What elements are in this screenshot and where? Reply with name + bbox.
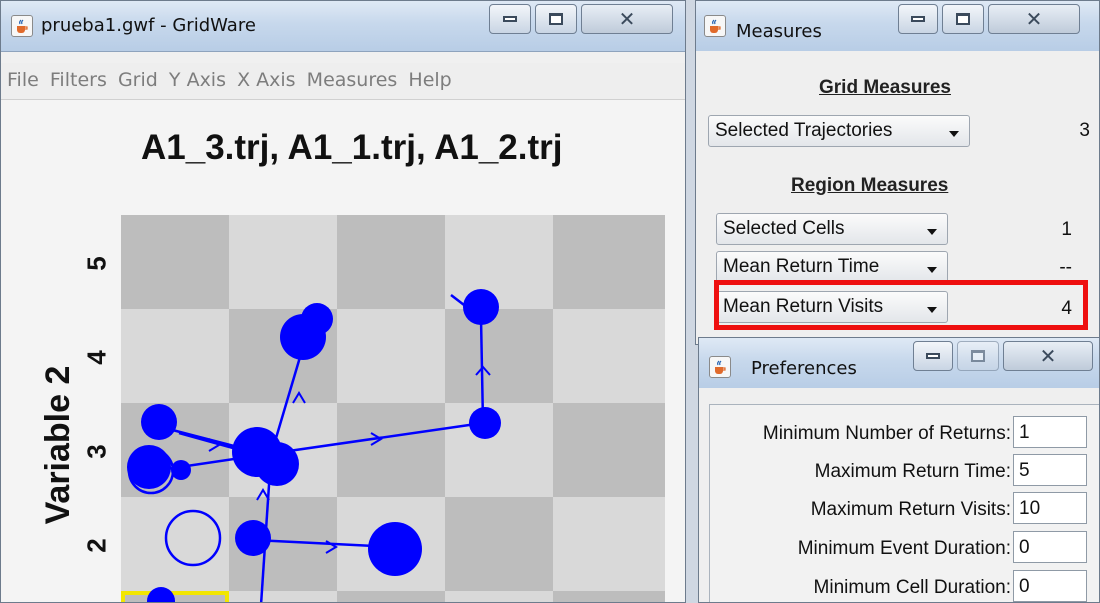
pref-label: Minimum Number of Returns:	[762, 423, 1011, 444]
preferences-window: Preferences ✕ Minimum Number of Returns:…	[698, 337, 1100, 603]
pref-label: Maximum Return Time:	[814, 461, 1011, 482]
menu-measures[interactable]: Measures	[301, 63, 398, 91]
pref-label: Minimum Cell Duration:	[813, 577, 1011, 598]
plot-title: A1_3.trj, A1_1.trj, A1_2.trj	[141, 128, 563, 167]
menu-bar: File Filters Grid Y Axis X Axis Measures…	[1, 63, 685, 99]
minimize-button[interactable]	[898, 4, 938, 34]
maximize-button[interactable]	[535, 4, 577, 34]
preferences-panel: Minimum Number of Returns: 1 Maximum Ret…	[709, 404, 1099, 602]
grid-measures-heading: Grid Measures	[819, 77, 951, 98]
trajectory-grid[interactable]	[121, 215, 665, 603]
grid-cell[interactable]	[229, 591, 337, 603]
close-icon: ✕	[618, 7, 636, 31]
close-button[interactable]: ✕	[988, 4, 1080, 34]
grid-cell[interactable]	[337, 215, 445, 309]
window-title: prueba1.gwf - GridWare	[41, 15, 256, 36]
grid-cell[interactable]	[121, 497, 229, 591]
close-button[interactable]: ✕	[581, 4, 673, 34]
close-icon: ✕	[1025, 7, 1043, 31]
measures-titlebar[interactable]: Measures ✕	[696, 1, 1099, 52]
maximize-button[interactable]	[942, 4, 984, 34]
region-measure-value: 1	[1061, 219, 1072, 240]
grid-cell[interactable]	[445, 309, 553, 403]
y-tick-label: 5	[81, 256, 112, 271]
grid-cell[interactable]	[553, 215, 665, 309]
y-axis-label: Variable 2	[39, 365, 77, 525]
pref-label: Maximum Return Visits:	[810, 499, 1011, 520]
preferences-titlebar[interactable]: Preferences ✕	[699, 338, 1099, 389]
measures-title: Measures	[736, 21, 822, 42]
minimize-icon	[911, 16, 925, 22]
grid-cell[interactable]	[337, 591, 445, 603]
node[interactable]	[235, 520, 271, 556]
max-return-time-field[interactable]: 5	[1013, 454, 1087, 486]
grid-measure-select-value: Selected Trajectories	[715, 120, 893, 141]
maximize-icon	[549, 13, 563, 25]
max-return-visits-field[interactable]: 10	[1013, 492, 1087, 524]
maximize-icon	[971, 350, 985, 362]
node[interactable]	[255, 442, 299, 486]
min-returns-field[interactable]: 1	[1013, 416, 1087, 448]
y-tick-label: 4	[81, 350, 112, 365]
min-event-duration-field[interactable]: 0	[1013, 531, 1087, 563]
min-cell-duration-field[interactable]: 0	[1013, 570, 1087, 602]
minimize-button[interactable]	[913, 341, 953, 371]
node[interactable]	[463, 289, 499, 325]
maximize-icon	[956, 13, 970, 25]
grid-cell[interactable]	[553, 497, 665, 591]
highlight-box	[714, 280, 1088, 330]
menu-y-axis[interactable]: Y Axis	[163, 63, 226, 91]
menu-filters[interactable]: Filters	[44, 63, 107, 91]
region-measure-select-2[interactable]: Mean Return Time	[716, 251, 948, 283]
region-measure-value: --	[1059, 257, 1072, 278]
minimize-icon	[926, 353, 940, 359]
grid-cell[interactable]	[337, 403, 445, 497]
chevron-down-icon	[927, 229, 937, 235]
grid-measure-select[interactable]: Selected Trajectories	[708, 115, 970, 147]
preferences-title: Preferences	[751, 358, 857, 379]
chevron-down-icon	[949, 131, 959, 137]
region-measures-heading: Region Measures	[791, 175, 949, 196]
java-cup-icon	[704, 15, 726, 37]
y-tick-label: 2	[81, 538, 112, 553]
minimize-icon	[503, 16, 517, 22]
menu-grid[interactable]: Grid	[112, 63, 158, 91]
chevron-down-icon	[927, 267, 937, 273]
region-measure-select-value: Selected Cells	[723, 218, 845, 239]
grid-cell[interactable]	[553, 309, 665, 403]
region-measure-select-value: Mean Return Time	[723, 256, 880, 277]
java-cup-icon	[11, 15, 33, 37]
menu-x-axis[interactable]: X Axis	[231, 63, 295, 91]
gridware-window: prueba1.gwf - GridWare ✕ File Filters Gr…	[0, 0, 686, 603]
grid-measure-value: 3	[1079, 120, 1090, 141]
close-button[interactable]: ✕	[1003, 341, 1093, 371]
pref-label: Minimum Event Duration:	[797, 538, 1011, 559]
java-cup-icon	[709, 356, 731, 378]
menu-file[interactable]: File	[1, 63, 39, 91]
node[interactable]	[368, 522, 422, 576]
close-icon: ✕	[1039, 344, 1057, 368]
minimize-button[interactable]	[489, 4, 531, 34]
grid-cell[interactable]	[445, 591, 553, 603]
preferences-body: Minimum Number of Returns: 1 Maximum Ret…	[699, 388, 1099, 602]
maximize-button	[957, 341, 999, 371]
node[interactable]	[469, 407, 501, 439]
grid-cell[interactable]	[445, 215, 553, 309]
region-measure-select-1[interactable]: Selected Cells	[716, 213, 948, 245]
grid-plot-area: A1_3.trj, A1_1.trj, A1_2.trj Variable 2 …	[1, 99, 685, 602]
y-tick-label: 3	[81, 444, 112, 459]
grid-cell[interactable]	[121, 215, 229, 309]
grid-cell[interactable]	[553, 403, 665, 497]
node[interactable]	[301, 303, 333, 335]
grid-cell[interactable]	[121, 309, 229, 403]
grid-cell[interactable]	[445, 497, 553, 591]
grid-cell[interactable]	[229, 215, 337, 309]
grid-cell[interactable]	[337, 309, 445, 403]
node[interactable]	[141, 404, 177, 440]
menu-help[interactable]: Help	[402, 63, 451, 91]
grid-cell[interactable]	[553, 591, 665, 603]
gridware-titlebar[interactable]: prueba1.gwf - GridWare ✕	[1, 1, 685, 52]
